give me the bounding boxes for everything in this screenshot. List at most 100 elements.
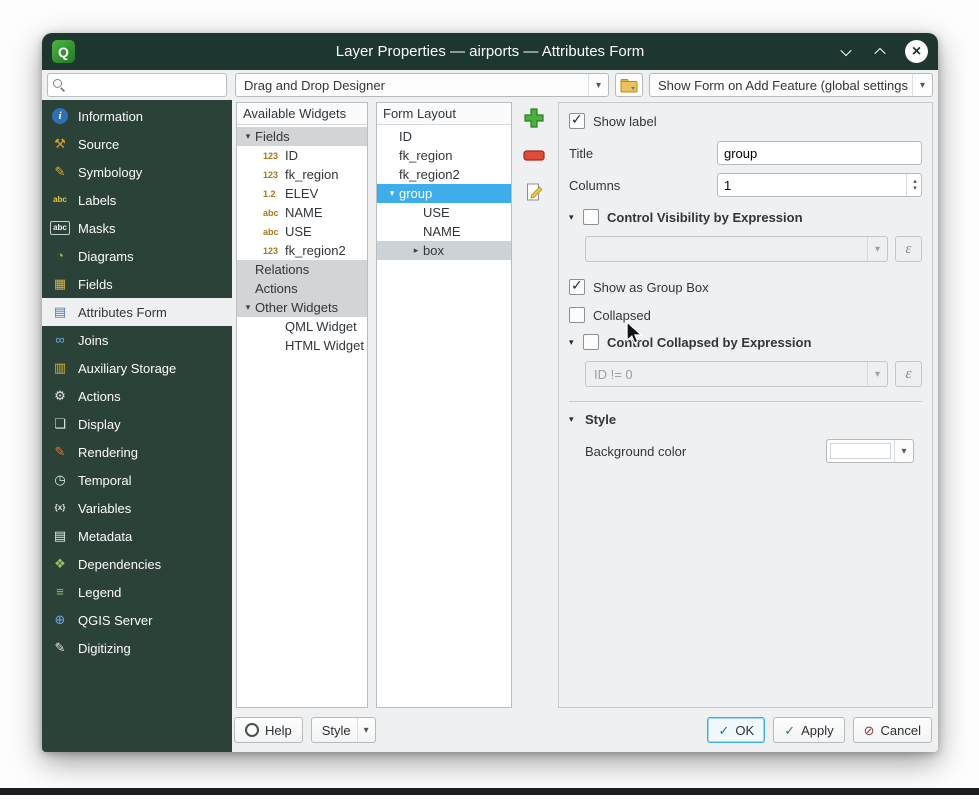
apply-button[interactable]: ✓ Apply <box>773 717 844 743</box>
style-menu-button[interactable]: Style ▾ <box>311 717 376 743</box>
spin-down-icon[interactable]: ▾ <box>913 185 917 192</box>
sidebar-item-joins[interactable]: ∞Joins <box>42 326 232 354</box>
window-menu-button[interactable] <box>837 43 855 61</box>
sidebar-item-digitizing[interactable]: ✎Digitizing <box>42 634 232 662</box>
sidebar-item-auxiliary-storage[interactable]: ▥Auxiliary Storage <box>42 354 232 382</box>
collapsed-checkbox[interactable] <box>569 307 585 323</box>
sidebar-item-label: Joins <box>78 333 108 348</box>
tree-item-label: fk_region2 <box>399 167 460 182</box>
collapse-triangle-icon[interactable]: ▾ <box>569 414 583 425</box>
widget-category-actions[interactable]: Actions <box>237 279 367 298</box>
widget-item-use[interactable]: abcUSE <box>237 222 367 241</box>
edit-element-button[interactable] <box>521 179 547 205</box>
labels-icon: abc <box>50 191 70 209</box>
cancel-button[interactable]: ⊘ Cancel <box>853 717 932 743</box>
widget-item-elev[interactable]: 1.2ELEV <box>237 184 367 203</box>
widget-item-html-widget[interactable]: HTML Widget <box>237 336 367 355</box>
search-input[interactable] <box>47 73 227 97</box>
top-band: Drag and Drop Designer ▾ Show Form on Ad… <box>42 70 938 100</box>
widget-category-other-widgets[interactable]: ▾Other Widgets <box>237 298 367 317</box>
sidebar-item-diagrams[interactable]: ◔Diagrams <box>42 242 232 270</box>
collapse-triangle-icon[interactable]: ▾ <box>569 337 583 348</box>
legend-icon: ≡ <box>50 583 70 601</box>
sidebar-item-labels[interactable]: abc Labels <box>42 186 232 214</box>
sidebar-item-attributes-form[interactable]: ▤Attributes Form <box>42 298 232 326</box>
layout-item-id[interactable]: ID <box>377 127 511 146</box>
sidebar-item-information[interactable]: iInformation <box>42 102 232 130</box>
expander-open-icon[interactable]: ▾ <box>385 188 399 199</box>
layout-item-box[interactable]: ▸box <box>377 241 511 260</box>
remove-element-button[interactable] <box>521 142 547 168</box>
ok-button[interactable]: ✓ OK <box>707 717 765 743</box>
sidebar-item-metadata[interactable]: ▤Metadata <box>42 522 232 550</box>
spin-up-icon[interactable]: ▴ <box>913 178 917 185</box>
columns-input[interactable] <box>718 174 906 196</box>
available-widgets-header: Available Widgets <box>237 103 367 125</box>
form-config-button[interactable] <box>615 73 643 97</box>
titlebar[interactable]: Q Layer Properties — airports — Attribut… <box>42 33 938 70</box>
widget-item-fk-region[interactable]: 123fk_region <box>237 165 367 184</box>
tree-item-label: fk_region <box>285 167 338 182</box>
show-label-checkbox[interactable] <box>569 113 585 129</box>
control-collapsed-checkbox[interactable] <box>583 334 599 350</box>
sidebar-item-fields[interactable]: ▦Fields <box>42 270 232 298</box>
sidebar-item-label: Metadata <box>78 529 132 544</box>
sidebar-item-legend[interactable]: ≡Legend <box>42 578 232 606</box>
collapsed-expression-builder-button[interactable]: ε <box>895 361 922 387</box>
sidebar-item-display[interactable]: ❏Display <box>42 410 232 438</box>
field-type-badge: abc <box>263 208 285 218</box>
field-type-badge: abc <box>263 227 285 237</box>
visibility-expression-combo[interactable]: ▾ <box>585 236 888 262</box>
sidebar-item-source[interactable]: ⚒Source <box>42 130 232 158</box>
add-element-button[interactable] <box>521 105 547 131</box>
expander-closed-icon[interactable]: ▸ <box>409 245 423 256</box>
designer-select[interactable]: Drag and Drop Designer ▾ <box>235 73 609 97</box>
expander-open-icon[interactable]: ▾ <box>241 302 255 313</box>
widget-category-relations[interactable]: Relations <box>237 260 367 279</box>
sidebar-item-actions[interactable]: ⚙Actions <box>42 382 232 410</box>
separator <box>569 401 922 402</box>
sidebar-item-dependencies[interactable]: ❖Dependencies <box>42 550 232 578</box>
form-open-mode-select[interactable]: Show Form on Add Feature (global setting… <box>649 73 933 97</box>
collapsed-expression-combo[interactable]: ID != 0 ▾ <box>585 361 888 387</box>
layout-item-fk-region[interactable]: fk_region <box>377 146 511 165</box>
widget-item-name[interactable]: abcNAME <box>237 203 367 222</box>
sidebar-item-rendering[interactable]: ✎Rendering <box>42 438 232 466</box>
widget-category-fields[interactable]: ▾Fields <box>237 127 367 146</box>
columns-spinbox[interactable]: ▴ ▾ <box>717 173 922 197</box>
widget-item-id[interactable]: 123ID <box>237 146 367 165</box>
layout-item-group[interactable]: ▾group <box>377 184 511 203</box>
background-color-select[interactable]: ▾ <box>826 439 914 463</box>
sidebar-item-symbology[interactable]: ✎Symbology <box>42 158 232 186</box>
widget-item-fk-region2[interactable]: 123fk_region2 <box>237 241 367 260</box>
layout-item-fk-region2[interactable]: fk_region2 <box>377 165 511 184</box>
collapse-triangle-icon[interactable]: ▾ <box>569 212 583 223</box>
layout-item-name[interactable]: NAME <box>377 222 511 241</box>
rendering-icon: ✎ <box>50 443 70 461</box>
show-as-group-box-checkbox[interactable] <box>569 279 585 295</box>
sidebar-item-masks[interactable]: abcMasks <box>42 214 232 242</box>
control-visibility-checkbox[interactable] <box>583 209 599 225</box>
visibility-expression-builder-button[interactable]: ε <box>895 236 922 262</box>
title-label: Title <box>569 146 717 161</box>
title-input[interactable] <box>717 141 922 165</box>
form-layout-header: Form Layout <box>377 103 511 125</box>
sidebar-item-label: QGIS Server <box>78 613 152 628</box>
digitizing-icon: ✎ <box>50 639 70 657</box>
close-icon[interactable]: × <box>905 40 928 63</box>
dependencies-icon: ❖ <box>50 555 70 573</box>
sidebar-item-qgis-server[interactable]: ⊕QGIS Server <box>42 606 232 634</box>
sidebar-item-variables[interactable]: {x}Variables <box>42 494 232 522</box>
edit-page-icon <box>524 182 544 202</box>
help-button-label: Help <box>265 723 292 738</box>
shade-button[interactable] <box>871 43 889 61</box>
sidebar-item-temporal[interactable]: ◷Temporal <box>42 466 232 494</box>
expander-open-icon[interactable]: ▾ <box>241 131 255 142</box>
sidebar-item-label: Labels <box>78 193 116 208</box>
search-icon <box>53 79 62 88</box>
help-button[interactable]: Help <box>234 717 303 743</box>
tree-item-label: NAME <box>285 205 323 220</box>
layer-properties-window: Q Layer Properties — airports — Attribut… <box>42 33 938 752</box>
layout-item-use[interactable]: USE <box>377 203 511 222</box>
widget-item-qml-widget[interactable]: QML Widget <box>237 317 367 336</box>
